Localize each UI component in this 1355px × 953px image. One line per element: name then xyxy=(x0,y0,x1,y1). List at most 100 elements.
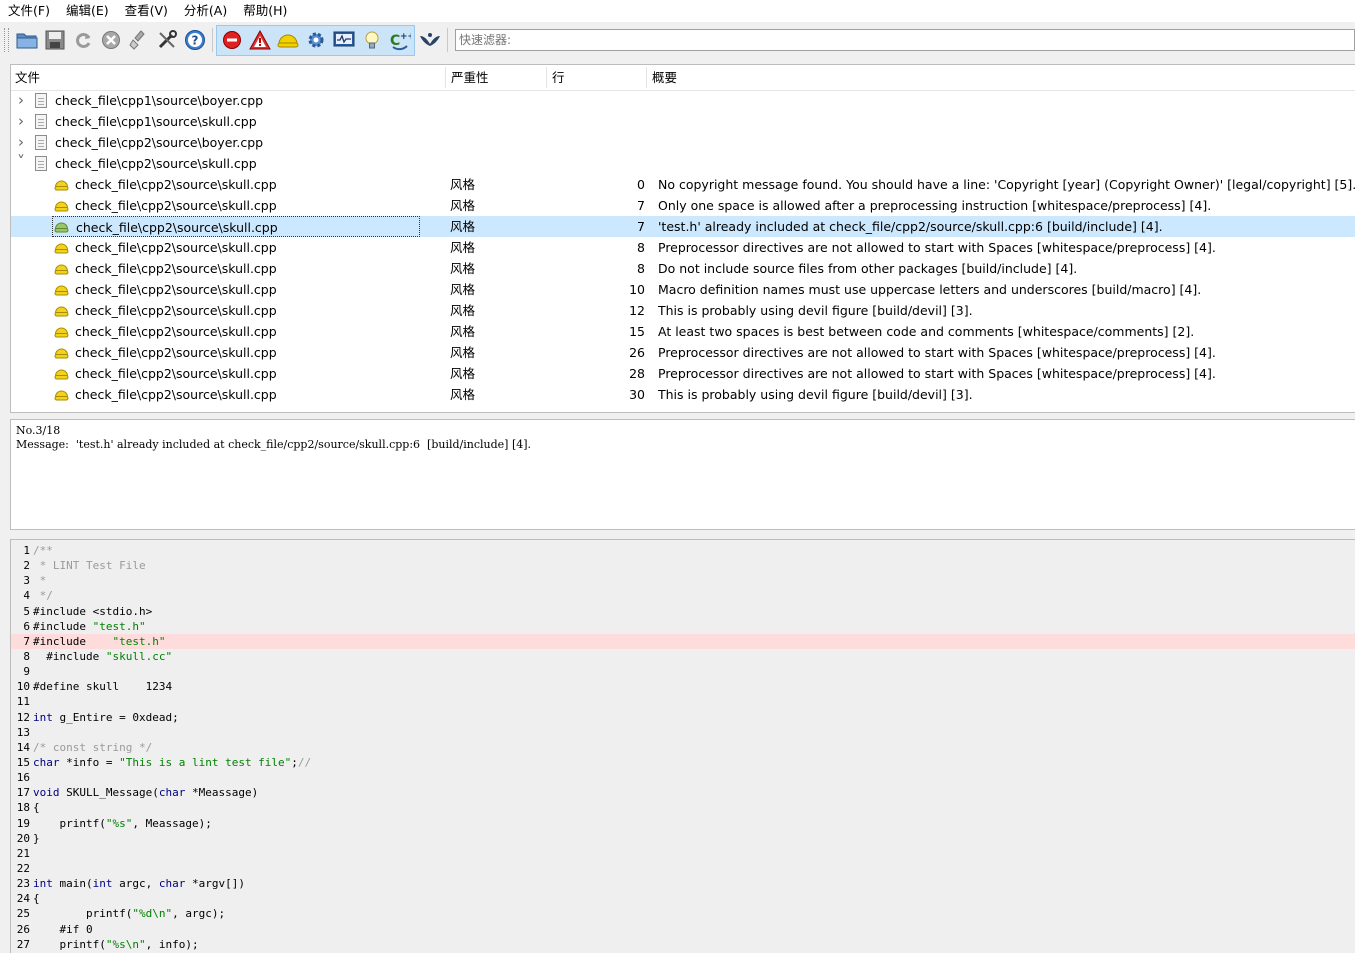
show-performance-toggle[interactable] xyxy=(302,27,329,54)
source-file-icon xyxy=(35,93,47,108)
column-divider[interactable] xyxy=(546,67,547,88)
column-file[interactable]: 文件 xyxy=(11,65,40,90)
line-number: 23 xyxy=(16,877,30,891)
line-source: { xyxy=(30,800,40,815)
toolbar-severity-group: C++ xyxy=(216,24,415,56)
chevron-right-icon[interactable]: › xyxy=(15,90,27,111)
code-token: "%s\n" xyxy=(105,937,146,951)
show-portability-toggle[interactable] xyxy=(330,27,357,54)
library-button[interactable] xyxy=(416,27,443,54)
line-number: 10 xyxy=(16,680,30,694)
code-line: 17 void SKULL_Message(char *Meassage) xyxy=(11,785,1355,800)
menu-analyze[interactable]: 分析(A) xyxy=(176,0,235,22)
code-token: , argc); xyxy=(172,907,226,921)
result-row[interactable]: check_file\cpp2\source\skull.cpp 风格 26 Prep… xyxy=(11,342,1355,363)
code-token: "skull.cc" xyxy=(105,649,173,663)
result-row[interactable]: check_file\cpp2\source\skull.cpp 风格 15 At l… xyxy=(11,321,1355,342)
reload-button[interactable] xyxy=(69,27,96,54)
code-line: 25 printf("%d\n", argc); xyxy=(11,906,1355,921)
code-token: #include <stdio.h> xyxy=(33,604,153,618)
message-index: No.3/18 xyxy=(16,424,61,437)
line-number: 27 xyxy=(16,937,30,951)
result-summary: At least two spaces is best between code… xyxy=(658,324,1195,339)
toolbar: ? C++ xyxy=(0,24,1355,56)
code-viewer[interactable]: 1/** 2 * LINT Test File 3 * 4 */5 #include <… xyxy=(10,539,1355,953)
result-severity: 风格 xyxy=(450,219,476,234)
help-button[interactable]: ? xyxy=(181,27,208,54)
quick-filter-field[interactable] xyxy=(455,29,1355,51)
code-token: "%s" xyxy=(105,816,133,830)
menu-edit[interactable]: 编辑(E) xyxy=(58,0,117,22)
save-button[interactable] xyxy=(41,27,68,54)
code-token: argc, xyxy=(112,877,159,891)
style-severity-icon xyxy=(54,348,69,359)
show-warnings-toggle[interactable] xyxy=(246,27,273,54)
code-line: 9 xyxy=(11,664,1355,679)
result-row[interactable]: check_file\cpp2\source\skull.cpp 风格 10 Macr… xyxy=(11,279,1355,300)
file-node[interactable]: › check_file\cpp1\source\boyer.cpp xyxy=(11,90,1355,111)
style-severity-icon xyxy=(54,264,69,275)
result-summary: This is probably using devil figure [bui… xyxy=(658,303,973,318)
code-lines: 1/** 2 * LINT Test File 3 * 4 */5 #include <… xyxy=(11,543,1355,952)
svg-text:++: ++ xyxy=(400,32,411,42)
clear-button[interactable] xyxy=(125,27,152,54)
column-line[interactable]: 行 xyxy=(548,65,565,90)
open-folder-button[interactable] xyxy=(13,27,40,54)
result-row[interactable]: check_file\cpp2\source\skull.cpp 风格 0 No co… xyxy=(11,174,1355,195)
column-severity[interactable]: 严重性 xyxy=(447,65,489,90)
chevron-right-icon[interactable]: › xyxy=(15,132,27,153)
column-divider[interactable] xyxy=(445,67,446,88)
menu-file[interactable]: 文件(F) xyxy=(0,0,58,22)
result-row[interactable]: check_file\cpp2\source\skull.cpp 风格 8 Do no… xyxy=(11,258,1355,279)
file-node[interactable]: › check_file\cpp2\source\boyer.cpp xyxy=(11,132,1355,153)
code-token: , info); xyxy=(145,937,199,951)
toolbar-grip[interactable] xyxy=(4,28,9,52)
line-source: printf("%d\n", argc); xyxy=(30,906,225,921)
show-errors-toggle[interactable] xyxy=(218,27,245,54)
code-line: 23 int main(int argc, char *argv[]) xyxy=(11,876,1355,891)
line-number: 16 xyxy=(16,771,30,785)
cpp-standard-button[interactable]: C++ xyxy=(386,27,413,54)
toolbar-separator xyxy=(447,28,448,52)
result-summary: Macro definition names must use uppercas… xyxy=(658,282,1202,297)
tools-icon xyxy=(158,30,177,49)
result-file: check_file\cpp2\source\skull.cpp xyxy=(75,387,277,402)
line-source: char *info = "This is a lint test file";… xyxy=(30,755,311,770)
code-token: */ xyxy=(33,589,53,603)
style-severity-icon xyxy=(54,327,69,338)
result-row[interactable]: check_file\cpp2\source\skull.cpp 风格 7 Only … xyxy=(11,195,1355,216)
information-filter-icon xyxy=(365,31,378,49)
result-row[interactable]: check_file\cpp2\source\skull.cpp 风格 28 Prep… xyxy=(11,363,1355,384)
code-token: char xyxy=(158,877,186,891)
result-severity: 风格 xyxy=(450,387,476,402)
result-file: check_file\cpp2\source\skull.cpp xyxy=(52,216,420,237)
menu-bar: 文件(F) 编辑(E) 查看(V) 分析(A) 帮助(H) xyxy=(0,0,1355,22)
menu-view[interactable]: 查看(V) xyxy=(117,0,176,22)
file-node[interactable]: ˅ check_file\cpp2\source\skull.cpp xyxy=(11,153,1355,174)
result-row[interactable]: check_file\cpp2\source\skull.cpp 风格 8 Prepr… xyxy=(11,237,1355,258)
file-node[interactable]: › check_file\cpp1\source\skull.cpp xyxy=(11,111,1355,132)
result-row[interactable]: check_file\cpp2\source\skull.cpp 风格 30 This… xyxy=(11,384,1355,405)
line-number: 15 xyxy=(16,755,30,769)
code-line: 6 #include "test.h" xyxy=(11,619,1355,634)
chevron-right-icon[interactable]: › xyxy=(15,111,27,132)
tools-button[interactable] xyxy=(153,27,180,54)
code-token: ; xyxy=(291,755,298,769)
show-information-toggle[interactable] xyxy=(358,27,385,54)
column-divider[interactable] xyxy=(646,67,647,88)
stop-button[interactable] xyxy=(97,27,124,54)
library-icon xyxy=(419,33,440,46)
chevron-down-icon[interactable]: ˅ xyxy=(15,153,27,171)
quick-filter-input[interactable] xyxy=(456,32,1354,48)
cpp-standard-icon: C++ xyxy=(390,32,411,51)
show-style-toggle[interactable] xyxy=(274,27,301,54)
file-node-label: check_file\cpp1\source\boyer.cpp xyxy=(55,93,264,108)
result-row[interactable]: check_file\cpp2\source\skull.cpp 风格 7 'test… xyxy=(11,216,1355,237)
result-summary: Preprocessor directives are not allowed … xyxy=(658,345,1216,360)
result-row[interactable]: check_file\cpp2\source\skull.cpp 风格 12 This… xyxy=(11,300,1355,321)
help-icon: ? xyxy=(184,30,205,50)
code-line: 12 int g_Entire = 0xdead; xyxy=(11,710,1355,725)
column-summary[interactable]: 概要 xyxy=(648,65,677,90)
code-token: main( xyxy=(52,877,93,891)
menu-help[interactable]: 帮助(H) xyxy=(235,0,295,22)
